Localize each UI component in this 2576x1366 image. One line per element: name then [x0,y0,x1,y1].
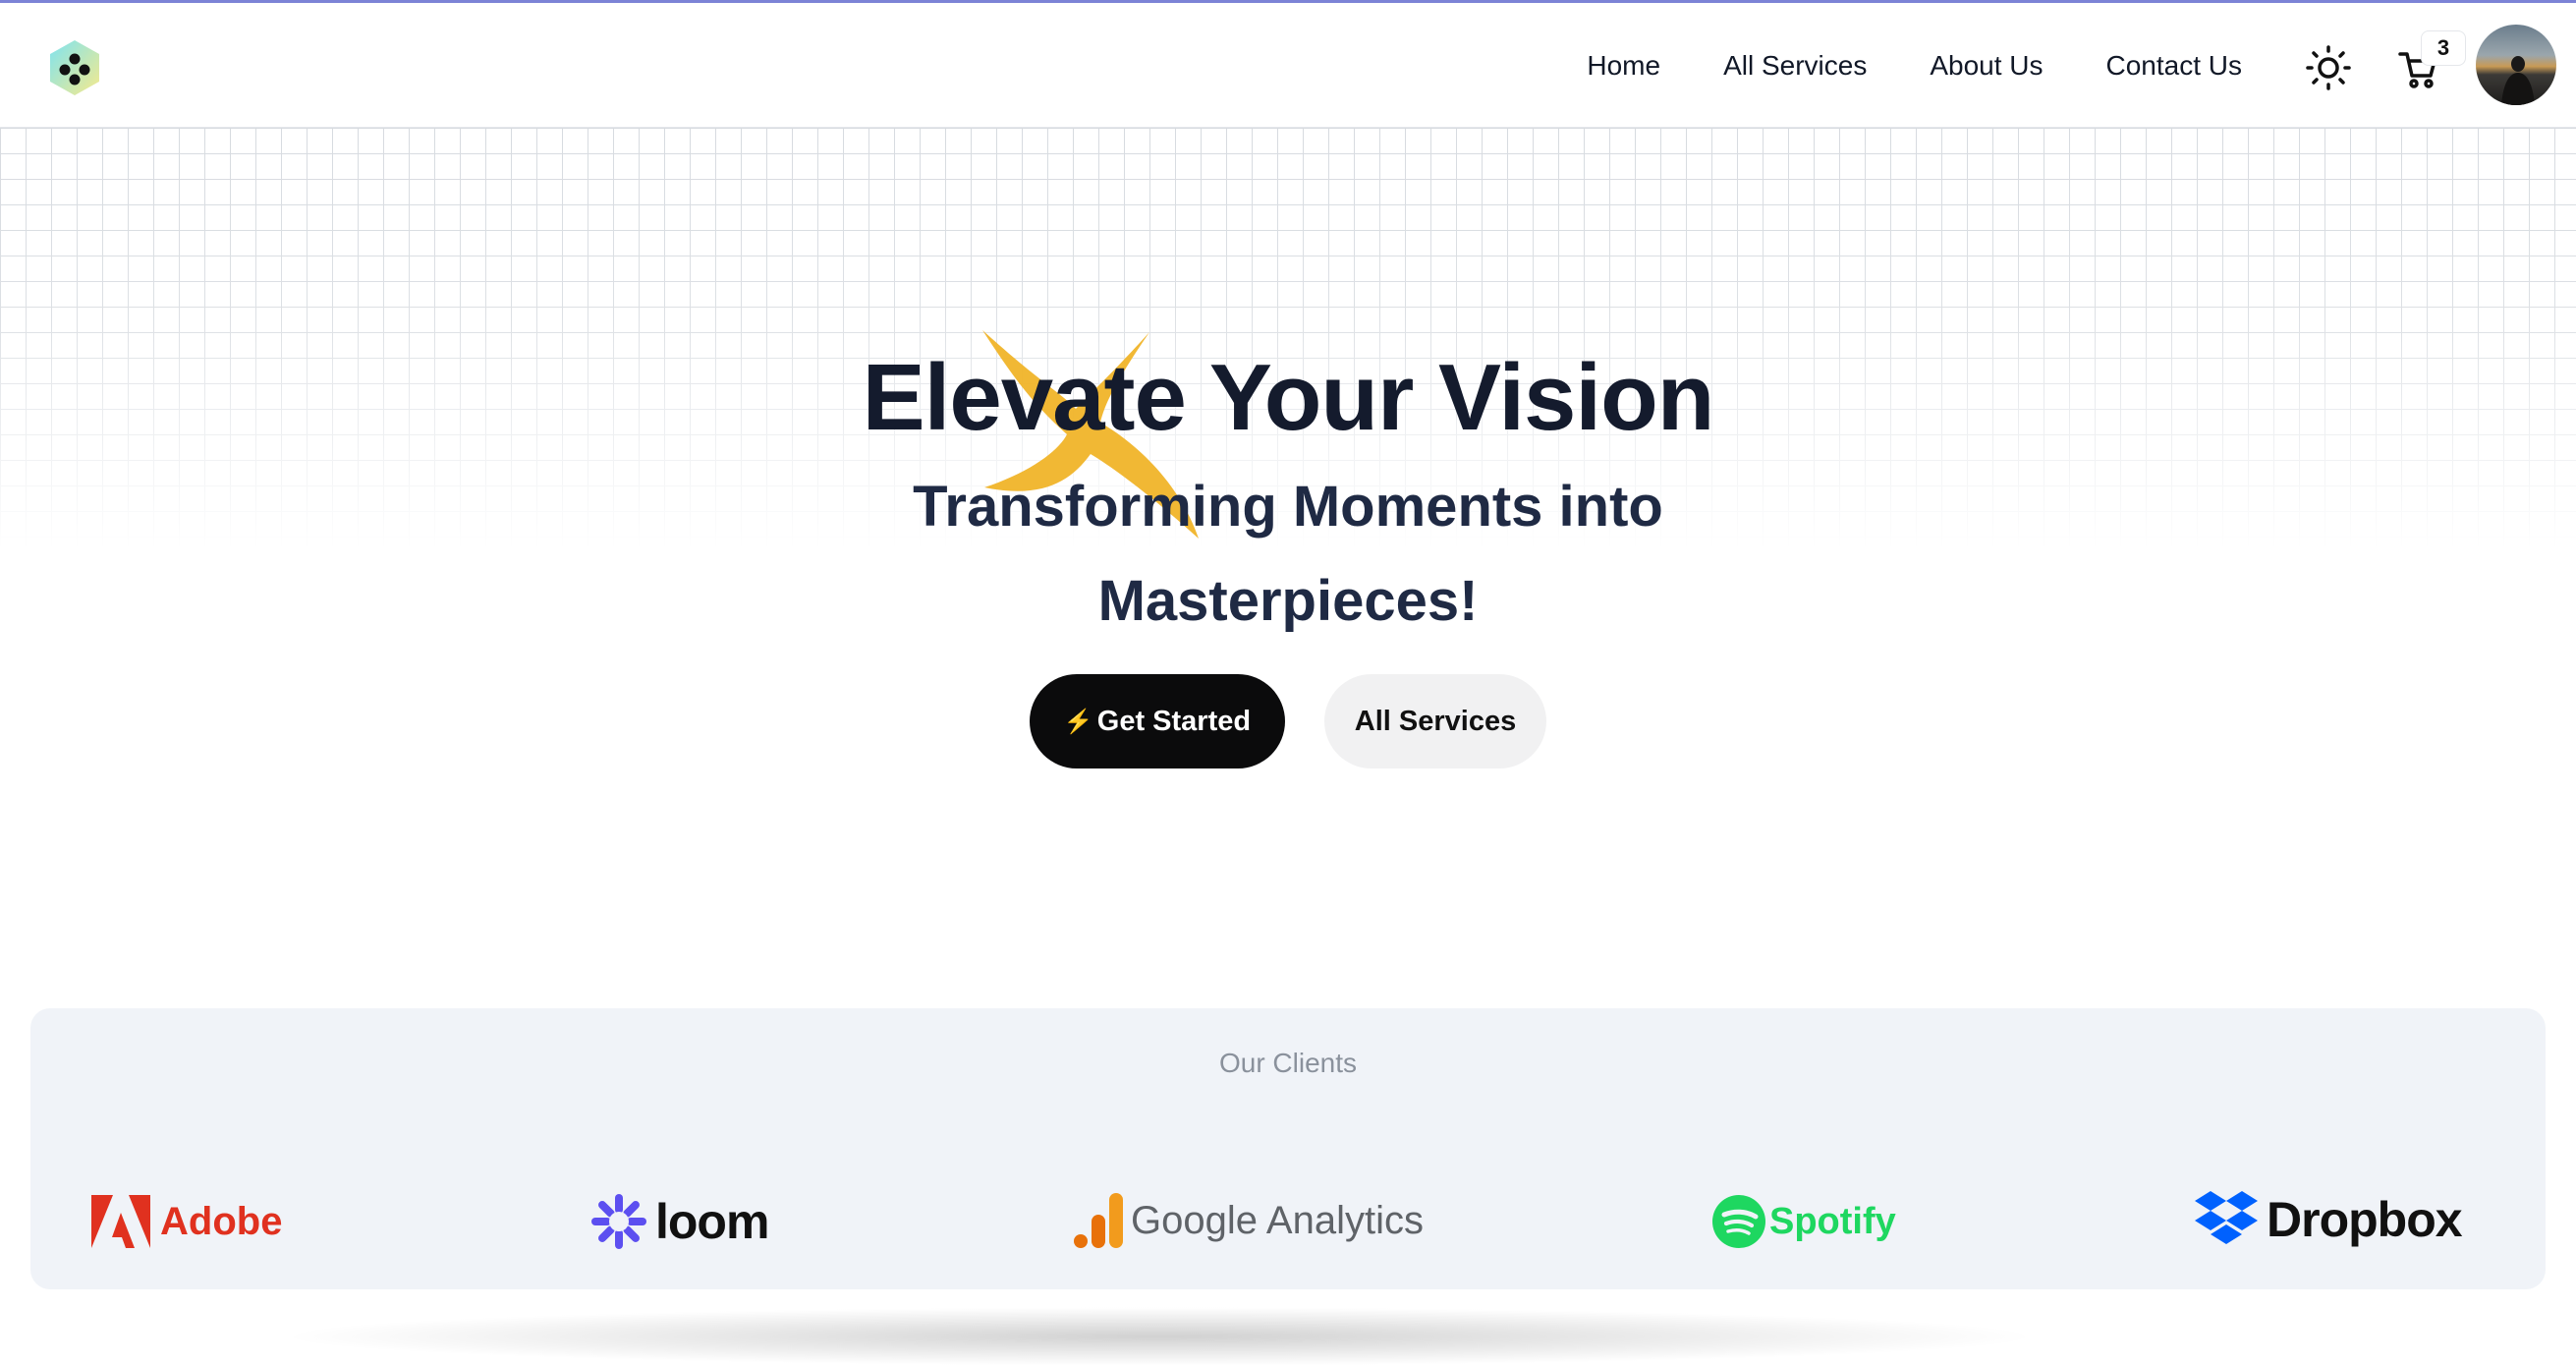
hero-title: Elevate Your Vision [862,345,1715,450]
loom-icon [591,1194,646,1249]
user-avatar[interactable] [2476,25,2556,105]
loom-wordmark: loom [655,1194,769,1249]
main-nav: Home All Services About Us Contact Us [1524,42,2242,89]
get-started-label: Get Started [1096,705,1252,737]
navbar: Home All Services About Us Contact Us 3 [0,3,2576,128]
dropbox-wordmark: Dropbox [2267,1192,2463,1247]
get-started-button[interactable]: ⚡ Get Started [1030,674,1285,768]
hero-subtitle-line-1: Transforming Moments into [913,475,1663,539]
client-logo-dropbox: Dropbox [2194,1191,2463,1248]
client-logo-adobe: Adobe [91,1195,282,1248]
client-logo-spotify: Spotify [1712,1195,1896,1248]
all-services-button[interactable]: All Services [1324,674,1546,768]
sun-icon[interactable] [2303,42,2354,93]
next-section-shadow [275,1307,2044,1366]
adobe-icon [91,1195,150,1248]
clients-section: Our Clients Adobe loom Google Analytics … [30,1008,2546,1289]
nav-link-contact-us[interactable]: Contact Us [2106,42,2243,89]
nav-link-all-services[interactable]: All Services [1723,42,1867,89]
clients-title: Our Clients [1218,1048,1358,1078]
google-analytics-icon [1074,1193,1123,1248]
hero-subtitle-line-2: Masterpieces! [1097,569,1479,633]
nav-link-home[interactable]: Home [1587,42,1660,89]
google-analytics-wordmark: Google Analytics [1131,1198,1424,1242]
spotify-icon [1712,1195,1765,1248]
client-logo-loom: loom [590,1193,769,1250]
hero-subtitle: Transforming Moments into Masterpieces! [0,460,2576,649]
dropbox-icon [2195,1191,2258,1244]
site-logo-icon[interactable] [45,38,104,97]
client-logo-google-analytics: Google Analytics [1074,1191,1424,1250]
nav-link-about-us[interactable]: About Us [1930,42,2043,89]
lightning-icon: ⚡ [1063,708,1093,735]
spotify-wordmark: Spotify [1769,1200,1896,1242]
cart-count-badge: 3 [2421,30,2466,66]
adobe-wordmark: Adobe [160,1199,283,1243]
